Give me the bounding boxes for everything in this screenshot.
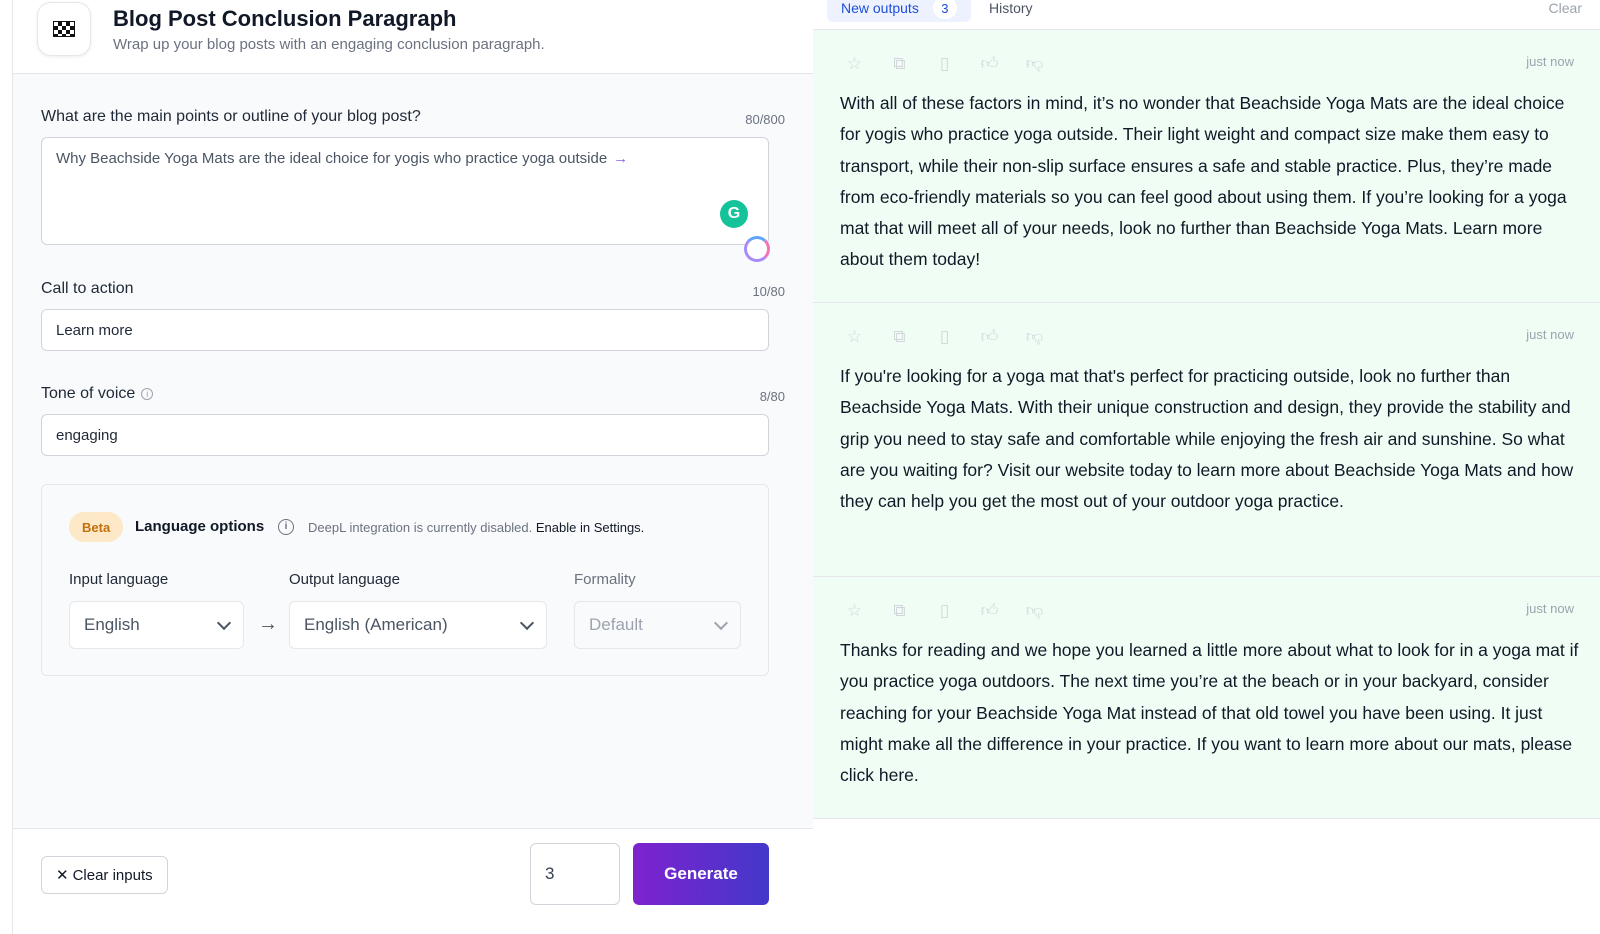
language-options-box: Beta Language options i DeepL integratio…: [41, 484, 769, 676]
thumbs-up-icon[interactable]: 👍︎: [978, 325, 1001, 348]
info-icon[interactable]: i: [278, 519, 294, 535]
tab-new-outputs-label: New outputs: [841, 0, 919, 16]
output-count-input[interactable]: 3: [530, 843, 620, 905]
outline-label: What are the main points or outline of y…: [41, 108, 421, 125]
beta-badge: Beta: [69, 512, 124, 542]
enable-settings-link[interactable]: Enable in Settings.: [536, 520, 644, 535]
arrow-right-icon: →: [613, 150, 629, 167]
output-text: With all of these factors in mind, it’s …: [840, 93, 1567, 270]
tab-new-outputs[interactable]: New outputs 3: [827, 0, 971, 22]
page-title: Blog Post Conclusion Paragraph: [113, 6, 457, 31]
tone-input[interactable]: engaging: [41, 414, 769, 456]
output-actions: ☆ ⧉ ▯ 👍︎ 👎︎: [843, 52, 1046, 75]
outline-textarea[interactable]: Why Beachside Yoga Mats are the ideal ch…: [41, 137, 769, 245]
generate-button[interactable]: Generate: [633, 843, 769, 905]
thumbs-down-icon[interactable]: 👎︎: [1023, 599, 1046, 622]
formality-value: Default: [589, 615, 643, 634]
arrow-right-icon: →: [258, 613, 278, 635]
copy-icon[interactable]: ⧉: [888, 52, 911, 75]
close-icon: ✕: [56, 867, 69, 884]
copy-icon[interactable]: ⧉: [888, 325, 911, 348]
output-tabs: New outputs 3 History Clear: [813, 0, 1600, 30]
star-icon[interactable]: ☆: [843, 52, 866, 75]
thumbs-down-icon[interactable]: 👎︎: [1023, 325, 1046, 348]
output-language-select[interactable]: English (American): [289, 601, 547, 649]
tone-value: engaging: [56, 426, 118, 444]
formality-select[interactable]: Default: [574, 601, 741, 649]
thumbs-up-icon[interactable]: 👍︎: [978, 599, 1001, 622]
clear-inputs-button[interactable]: ✕ Clear inputs: [41, 856, 168, 894]
thumbs-down-icon[interactable]: 👎︎: [1023, 52, 1046, 75]
info-icon[interactable]: i: [141, 387, 154, 400]
page-subtitle: Wrap up your blog posts with an engaging…: [113, 36, 545, 53]
outline-value: Why Beachside Yoga Mats are the ideal ch…: [56, 150, 608, 167]
clear-outputs-button[interactable]: Clear: [1549, 0, 1582, 16]
formality-label: Formality: [574, 571, 636, 588]
output-timestamp: just now: [1526, 601, 1574, 616]
output-text: Thanks for reading and we hope you learn…: [840, 640, 1579, 786]
cta-value: Learn more: [56, 321, 133, 339]
tone-label: Tone of voice i: [41, 385, 154, 403]
chevron-down-icon: [216, 615, 232, 630]
output-text: If you're looking for a yoga mat that's …: [840, 366, 1574, 512]
assistant-loop-icon[interactable]: [744, 236, 770, 262]
tone-counter: 8/80: [759, 389, 785, 404]
thumbs-up-icon[interactable]: 👍︎: [978, 52, 1001, 75]
outline-counter: 80/800: [745, 112, 785, 127]
output-panel: New outputs 3 History Clear ☆ ⧉ ▯ 👍︎ 👎︎ …: [813, 0, 1600, 934]
cta-label: Call to action: [41, 280, 134, 297]
form-footer: ✕ Clear inputs 3 Generate: [13, 828, 813, 934]
cta-input[interactable]: Learn more: [41, 309, 769, 351]
output-timestamp: just now: [1526, 327, 1574, 342]
output-card: ☆ ⧉ ▯ 👍︎ 👎︎ just now If you're looking f…: [813, 303, 1600, 577]
output-count-value: 3: [545, 864, 555, 883]
star-icon[interactable]: ☆: [843, 599, 866, 622]
deepl-notice: DeepL integration is currently disabled.…: [308, 520, 645, 535]
input-form: What are the main points or outline of y…: [13, 74, 813, 846]
grammarly-icon[interactable]: G: [720, 200, 748, 228]
input-language-value: English: [84, 615, 140, 634]
output-language-value: English (American): [304, 615, 448, 634]
output-language-label: Output language: [289, 571, 400, 588]
checkered-flag-icon: [37, 2, 91, 56]
input-language-select[interactable]: English: [69, 601, 244, 649]
chevron-down-icon: [519, 615, 535, 630]
document-icon[interactable]: ▯: [933, 599, 956, 622]
cta-counter: 10/80: [752, 284, 785, 299]
output-card: ☆ ⧉ ▯ 👍︎ 👎︎ just now Thanks for reading …: [813, 577, 1600, 819]
document-icon[interactable]: ▯: [933, 52, 956, 75]
output-actions: ☆ ⧉ ▯ 👍︎ 👎︎: [843, 325, 1046, 348]
tool-header: Blog Post Conclusion Paragraph Wrap up y…: [13, 0, 813, 74]
input-language-label: Input language: [69, 571, 169, 588]
document-icon[interactable]: ▯: [933, 325, 956, 348]
new-outputs-count-badge: 3: [932, 0, 957, 19]
tab-history[interactable]: History: [989, 0, 1033, 16]
output-timestamp: just now: [1526, 54, 1574, 69]
clear-inputs-label: Clear inputs: [72, 866, 153, 884]
star-icon[interactable]: ☆: [843, 325, 866, 348]
output-card: ☆ ⧉ ▯ 👍︎ 👎︎ just now With all of these f…: [813, 30, 1600, 303]
chevron-down-icon: [713, 615, 729, 630]
language-options-title: Language options: [135, 518, 265, 535]
output-actions: ☆ ⧉ ▯ 👍︎ 👎︎: [843, 599, 1046, 622]
copy-icon[interactable]: ⧉: [888, 599, 911, 622]
input-panel: Blog Post Conclusion Paragraph Wrap up y…: [12, 0, 813, 934]
